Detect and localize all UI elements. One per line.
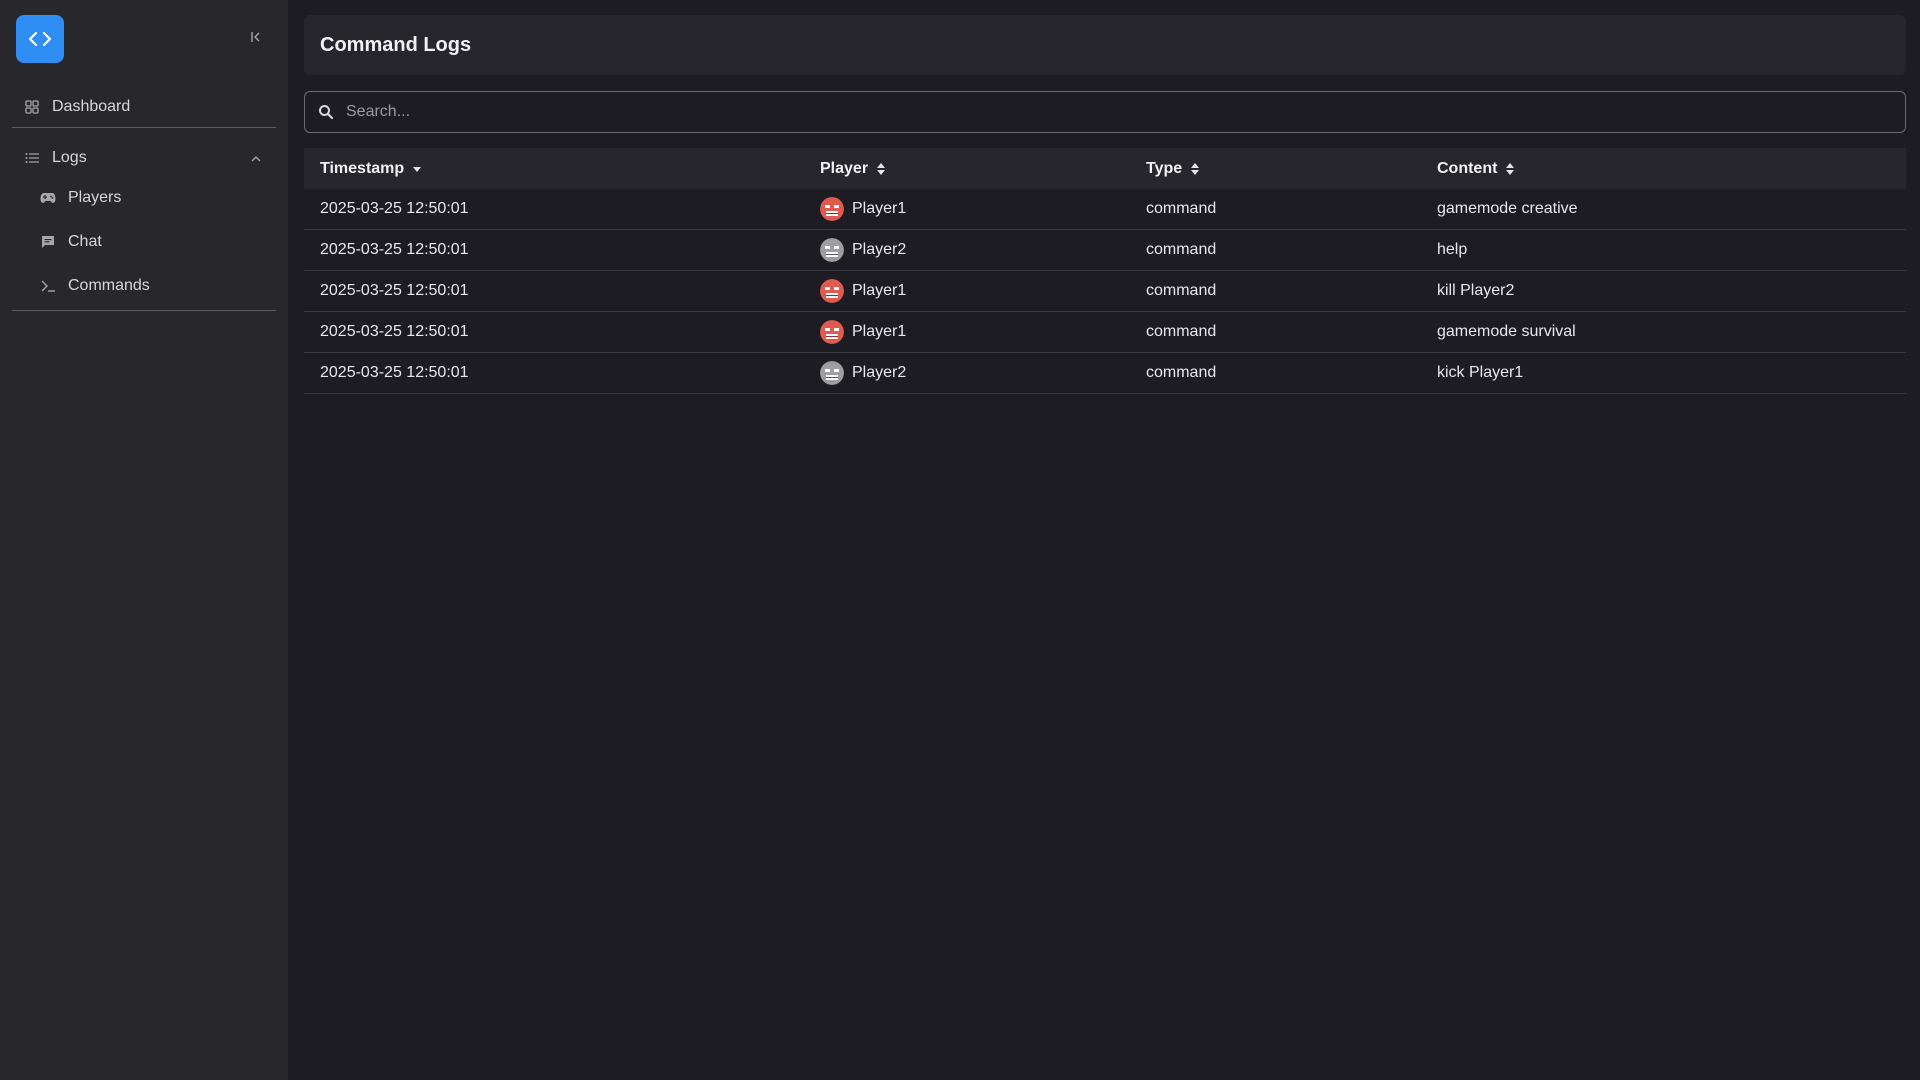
column-header-player[interactable]: Player bbox=[804, 160, 1130, 178]
divider bbox=[12, 310, 276, 311]
player-name: Player1 bbox=[852, 282, 907, 299]
column-label: Content bbox=[1437, 159, 1498, 177]
sidebar: Dashboard Logs Players Chat Commands bbox=[0, 0, 288, 1080]
sidebar-item-label: Chat bbox=[68, 233, 102, 250]
collapse-left-icon bbox=[251, 32, 260, 42]
cell-content: kick Player1 bbox=[1437, 364, 1524, 381]
sidebar-item-label: Logs bbox=[52, 149, 87, 166]
table-header: Timestamp Player Type Content bbox=[304, 148, 1906, 189]
cell-player: Player1 bbox=[804, 320, 1130, 344]
column-header-content[interactable]: Content bbox=[1421, 160, 1906, 178]
cell-type: command bbox=[1146, 364, 1217, 381]
player-avatar bbox=[820, 320, 844, 344]
app-logo[interactable] bbox=[16, 15, 64, 63]
grid-icon bbox=[24, 99, 40, 115]
cell-timestamp: 2025-03-25 12:50:01 bbox=[320, 282, 469, 299]
cell-player: Player2 bbox=[804, 361, 1130, 385]
sidebar-item-label: Dashboard bbox=[52, 98, 131, 115]
sidebar-item-players[interactable]: Players bbox=[12, 178, 276, 218]
column-header-type[interactable]: Type bbox=[1130, 160, 1421, 178]
sidebar-item-label: Commands bbox=[68, 277, 150, 294]
column-label: Player bbox=[820, 159, 869, 177]
table-row[interactable]: 2025-03-25 12:50:01 Player1 command kill… bbox=[304, 271, 1906, 312]
sort-icon bbox=[1505, 162, 1515, 176]
command-logs-table: Timestamp Player Type Content 2025-03-25… bbox=[304, 148, 1906, 394]
table-row[interactable]: 2025-03-25 12:50:01 Player1 command game… bbox=[304, 189, 1906, 230]
sort-icon bbox=[1190, 162, 1200, 176]
table-row[interactable]: 2025-03-25 12:50:01 Player1 command game… bbox=[304, 312, 1906, 353]
search-bar[interactable] bbox=[304, 91, 1906, 133]
sidebar-item-dashboard[interactable]: Dashboard bbox=[12, 87, 276, 127]
code-brackets-icon bbox=[28, 31, 52, 47]
list-icon bbox=[24, 150, 40, 166]
search-input[interactable] bbox=[346, 103, 1905, 121]
divider bbox=[12, 127, 276, 128]
player-name: Player1 bbox=[852, 200, 907, 217]
table-row[interactable]: 2025-03-25 12:50:01 Player2 command help bbox=[304, 230, 1906, 271]
cell-timestamp: 2025-03-25 12:50:01 bbox=[320, 200, 469, 217]
search-icon bbox=[318, 104, 334, 120]
chevron-up-icon bbox=[250, 150, 262, 168]
sort-icon bbox=[876, 162, 886, 176]
sidebar-item-label: Players bbox=[68, 189, 122, 206]
player-name: Player1 bbox=[852, 323, 907, 340]
cell-type: command bbox=[1146, 323, 1217, 340]
player-avatar bbox=[820, 238, 844, 262]
chat-icon bbox=[40, 234, 56, 250]
sort-desc-icon bbox=[412, 164, 422, 174]
page-header: Command Logs bbox=[304, 15, 1906, 75]
page-title: Command Logs bbox=[320, 33, 472, 56]
cell-content: kill Player2 bbox=[1437, 282, 1515, 299]
column-label: Timestamp bbox=[320, 159, 405, 177]
sidebar-item-chat[interactable]: Chat bbox=[12, 222, 276, 262]
column-header-timestamp[interactable]: Timestamp bbox=[304, 160, 804, 178]
cell-player: Player2 bbox=[804, 238, 1130, 262]
player-name: Player2 bbox=[852, 241, 907, 258]
player-avatar bbox=[820, 197, 844, 221]
player-name: Player2 bbox=[852, 364, 907, 381]
player-avatar bbox=[820, 361, 844, 385]
column-label: Type bbox=[1146, 159, 1183, 177]
player-avatar bbox=[820, 279, 844, 303]
cell-player: Player1 bbox=[804, 197, 1130, 221]
cell-type: command bbox=[1146, 282, 1217, 299]
cell-timestamp: 2025-03-25 12:50:01 bbox=[320, 364, 469, 381]
gamepad-icon bbox=[40, 190, 56, 206]
sidebar-item-logs[interactable]: Logs bbox=[12, 138, 276, 178]
cell-content: gamemode survival bbox=[1437, 323, 1576, 340]
cell-type: command bbox=[1146, 200, 1217, 217]
collapse-sidebar-button[interactable] bbox=[244, 27, 268, 47]
cell-type: command bbox=[1146, 241, 1217, 258]
cell-content: gamemode creative bbox=[1437, 200, 1578, 217]
sidebar-item-commands[interactable]: Commands bbox=[12, 266, 276, 306]
cell-content: help bbox=[1437, 241, 1468, 258]
cell-timestamp: 2025-03-25 12:50:01 bbox=[320, 323, 469, 340]
cell-player: Player1 bbox=[804, 279, 1130, 303]
table-row[interactable]: 2025-03-25 12:50:01 Player2 command kick… bbox=[304, 353, 1906, 394]
cell-timestamp: 2025-03-25 12:50:01 bbox=[320, 241, 469, 258]
terminal-icon bbox=[40, 278, 56, 294]
